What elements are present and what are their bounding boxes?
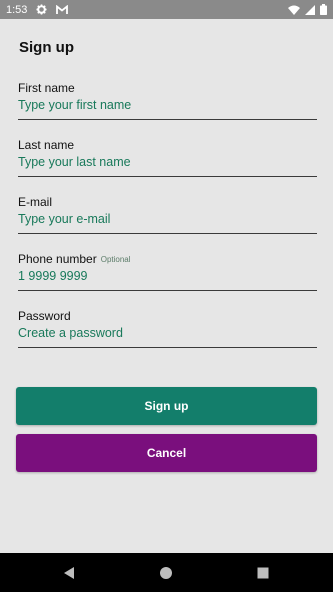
last-name-field: Last name [18,138,317,178]
password-input[interactable] [18,322,317,344]
gear-icon [36,4,47,15]
page-title: Sign up [19,39,74,56]
email-field: E-mail [18,195,317,235]
password-field: Password [18,309,317,349]
recents-icon[interactable] [254,564,272,582]
email-underline [18,233,317,234]
phone-underline [18,290,317,291]
phone-field: Phone number Optional [18,252,317,292]
phone-input[interactable] [18,265,317,287]
last-name-underline [18,176,317,177]
gmail-icon [56,4,69,15]
password-underline [18,347,317,348]
optional-tag: Optional [100,255,131,264]
navigation-bar [0,553,333,592]
password-label: Password [18,309,71,323]
first-name-label: First name [18,81,75,95]
first-name-input[interactable] [18,94,317,116]
email-label: E-mail [18,195,53,209]
back-icon[interactable] [60,564,78,582]
status-bar: 1:53 [0,0,333,19]
wifi-icon [288,5,300,15]
first-name-underline [18,119,317,120]
signal-icon [305,4,315,15]
phone-label-row: Phone number Optional [18,252,131,266]
last-name-label: Last name [18,138,75,152]
cancel-button[interactable]: Cancel [16,434,317,472]
signup-screen: 1:53 Sign up First name Type your first … [0,0,333,592]
email-input[interactable] [18,208,317,230]
first-name-field: First name [18,81,317,121]
home-icon[interactable] [157,564,175,582]
phone-label: Phone number [18,252,97,266]
battery-icon [320,4,327,15]
last-name-input[interactable] [18,151,317,173]
signup-button[interactable]: Sign up [16,387,317,425]
status-time: 1:53 [6,3,28,16]
